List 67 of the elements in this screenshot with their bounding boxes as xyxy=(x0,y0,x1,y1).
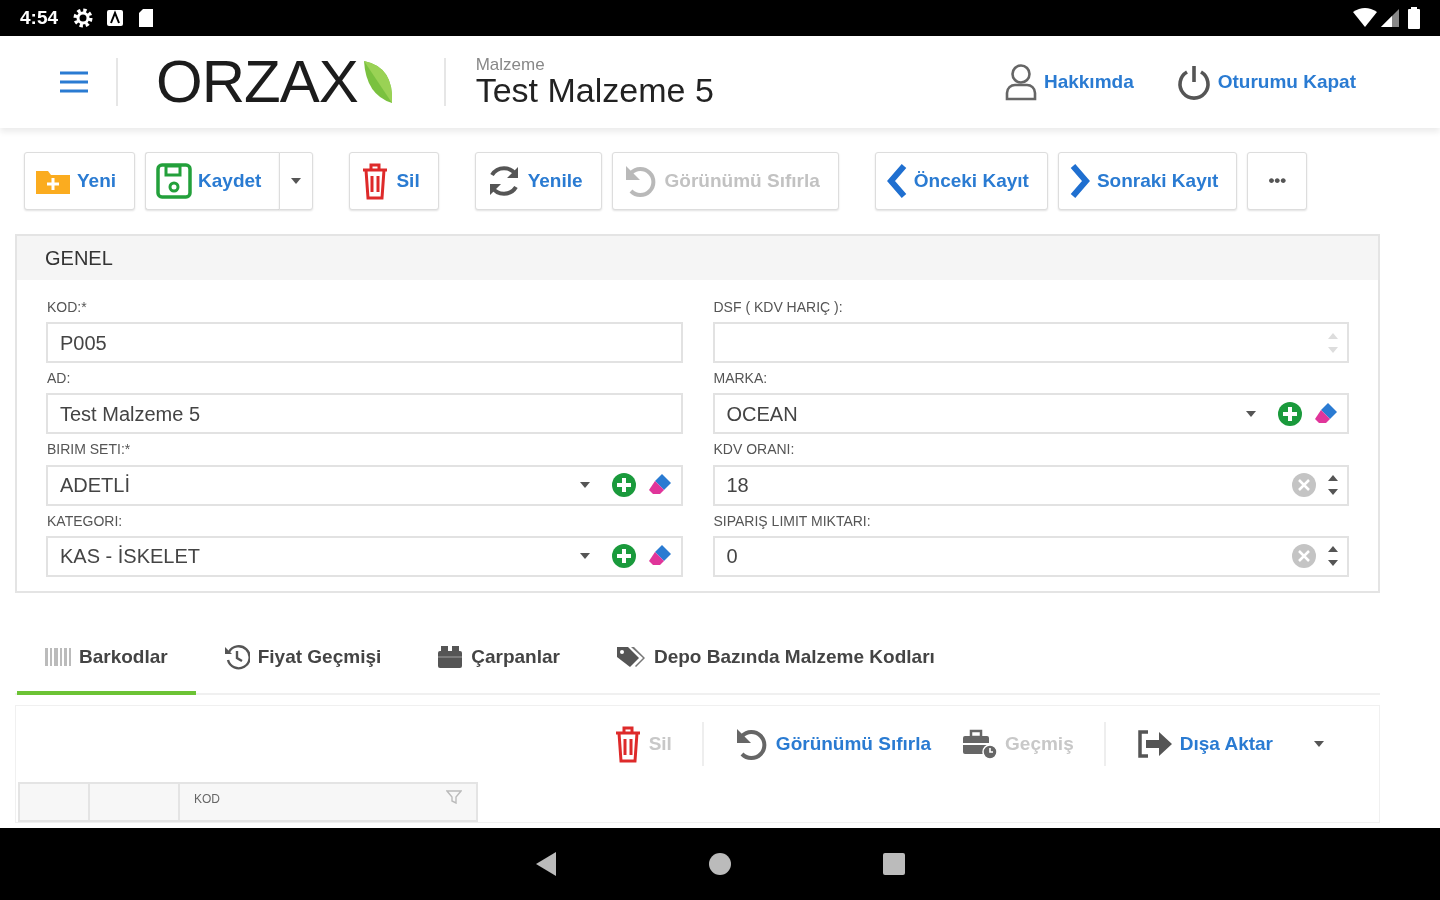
grid-toolbar-button[interactable]: Görünümü Sıfırla xyxy=(733,726,932,763)
number-field[interactable]: 18 xyxy=(712,464,1349,506)
add-icon[interactable] xyxy=(1277,400,1303,427)
export-icon xyxy=(1135,728,1174,761)
toolbar-button[interactable]: Sil xyxy=(349,152,439,210)
caret-icon[interactable] xyxy=(578,481,591,490)
field-label: AD: xyxy=(47,369,72,388)
tab[interactable]: Fiyat Geçmişi xyxy=(195,626,410,696)
logout-link[interactable]: Oturumu Kapat xyxy=(1169,62,1362,102)
toolbar-button[interactable]: Kaydet xyxy=(145,152,280,210)
caret-icon[interactable] xyxy=(578,552,591,561)
input-field[interactable]: P005 xyxy=(46,322,683,364)
gear-icon xyxy=(72,7,95,29)
signal-icon xyxy=(1380,8,1400,28)
page-kind: Malzeme xyxy=(475,55,546,73)
field-label: KATEGORI: xyxy=(47,511,124,530)
menu-icon xyxy=(58,69,90,95)
user-icon xyxy=(1003,63,1038,101)
power-icon xyxy=(1175,63,1212,101)
caret-icon xyxy=(290,177,303,185)
number-field[interactable]: 0 xyxy=(712,535,1349,577)
save-icon xyxy=(156,163,193,199)
boxes-icon xyxy=(437,645,464,669)
home-icon[interactable] xyxy=(708,852,732,876)
tab[interactable]: Depo Bazında Malzeme Kodları xyxy=(587,626,963,696)
toolbar-button[interactable]: Sonraki Kayıt xyxy=(1057,152,1238,210)
notification-icon xyxy=(106,9,125,27)
about-link[interactable]: Hakkımda xyxy=(997,62,1140,102)
tags-icon xyxy=(615,645,646,669)
field-label: KDV ORANI: xyxy=(713,440,796,459)
field-label: SIPARIŞ LIMIT MIKTARI: xyxy=(713,511,872,530)
toolbar-button[interactable]: Yeni xyxy=(24,152,136,210)
column-header: KOD xyxy=(194,791,220,809)
back-icon[interactable] xyxy=(534,851,558,877)
logo: ORZAX xyxy=(156,52,358,112)
field-label: BIRIM SETI:* xyxy=(47,440,132,459)
select-field[interactable]: ADETLİ xyxy=(46,464,683,506)
caret-icon xyxy=(1313,740,1325,749)
field-label: MARKA: xyxy=(713,369,769,388)
select-field[interactable]: OCEAN xyxy=(712,393,1349,435)
number-field[interactable] xyxy=(712,322,1349,364)
toolbar-button[interactable]: Yenile xyxy=(474,152,602,210)
wifi-icon xyxy=(1352,8,1378,28)
caret-icon[interactable] xyxy=(1245,409,1257,418)
field-label: DSF ( KDV HARIÇ ): xyxy=(713,298,844,317)
add-icon[interactable] xyxy=(610,543,637,570)
select-field[interactable]: KAS - İSKELET xyxy=(46,535,683,577)
briefcase-clock-icon xyxy=(961,728,1000,761)
chevron-right-icon xyxy=(1068,163,1091,199)
barcode-icon xyxy=(45,647,71,667)
history-icon xyxy=(223,644,250,670)
grid-toolbar-button[interactable]: Dışa Aktar xyxy=(1135,728,1325,761)
sd-card-icon xyxy=(138,8,155,28)
status-time: 4:54 xyxy=(20,5,59,30)
add-icon[interactable] xyxy=(610,472,637,499)
battery-icon xyxy=(1408,7,1420,29)
input-field[interactable]: Test Malzeme 5 xyxy=(46,393,683,435)
menu-button[interactable] xyxy=(58,69,90,95)
tab[interactable]: Çarpanlar xyxy=(409,626,588,696)
more-button[interactable]: ••• xyxy=(1247,152,1308,210)
recents-icon[interactable] xyxy=(882,852,906,876)
toolbar-button[interactable]: Önceki Kayıt xyxy=(874,152,1048,210)
page-title: Test Malzeme 5 xyxy=(475,72,714,109)
field-label: KOD:* xyxy=(47,298,88,317)
panel-title: GENEL xyxy=(45,246,113,271)
chevron-left-icon xyxy=(885,163,908,199)
tab[interactable]: Barkodlar xyxy=(17,626,196,696)
